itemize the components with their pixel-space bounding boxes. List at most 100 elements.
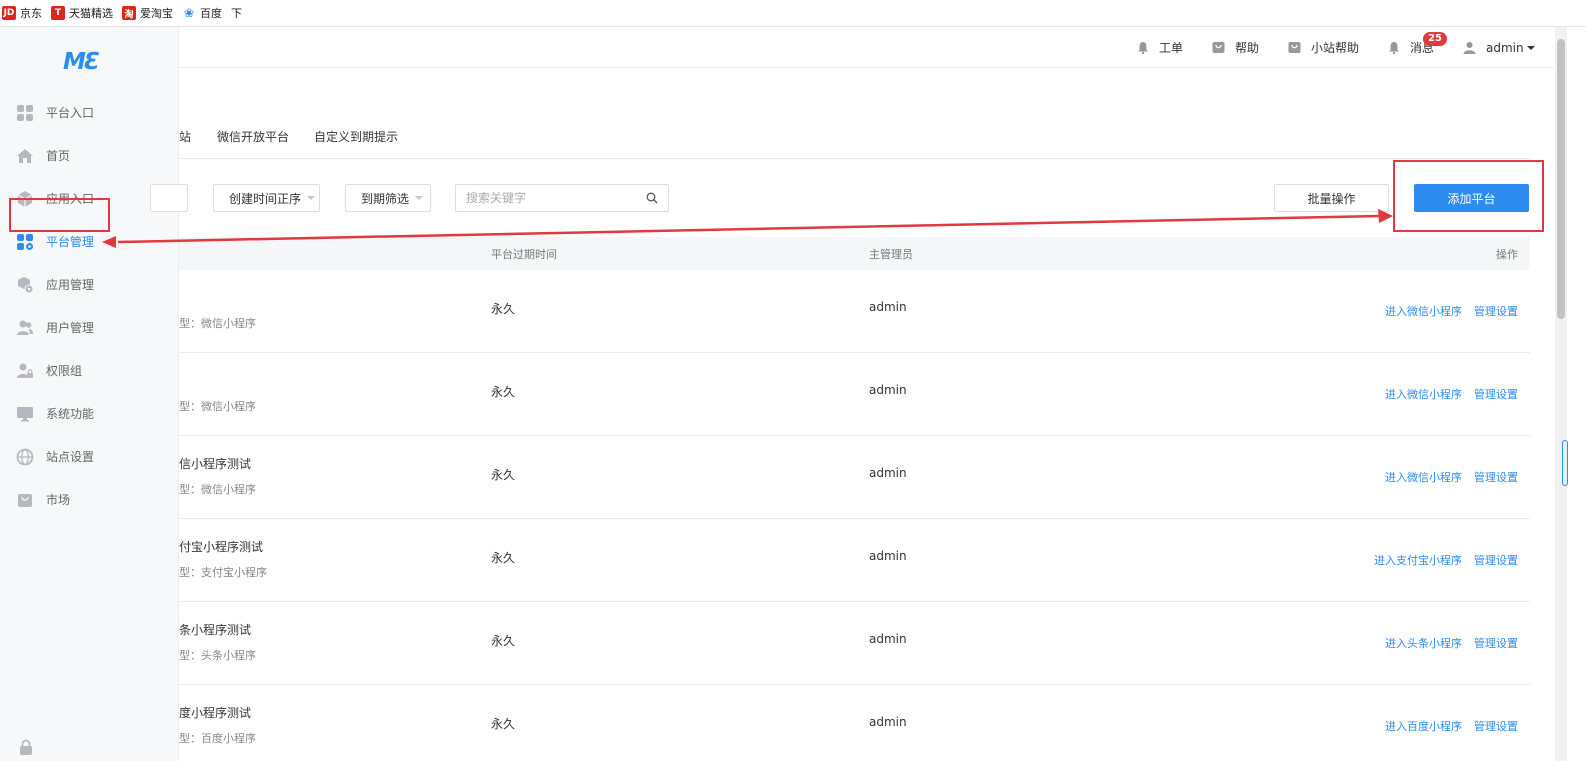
platform-admin: admin	[869, 715, 907, 729]
logo: MƐ	[63, 49, 100, 75]
column-ops: 操作	[1496, 248, 1518, 261]
sidebar-item-system-functions[interactable]: 系统功能	[0, 392, 179, 435]
platform-admin: admin	[869, 632, 907, 646]
expiry-filter-dropdown[interactable]: 到期筛选	[345, 184, 431, 212]
platform-expiry: 永久	[491, 385, 516, 399]
bookmark-aitaobao[interactable]: 淘 爱淘宝	[122, 5, 173, 21]
platform-type: 型：百度小程序	[179, 732, 256, 745]
sidebar-item-label: 平台管理	[46, 235, 95, 249]
platform-expiry: 永久	[491, 551, 516, 565]
platform-type: 型：微信小程序	[179, 317, 256, 330]
sort-dropdown[interactable]: 创建时间正序	[213, 184, 320, 212]
sidebar-item-site-settings[interactable]: 站点设置	[0, 435, 179, 478]
manage-settings-link[interactable]: 管理设置	[1474, 718, 1518, 734]
enter-platform-link[interactable]: 进入微信小程序	[1385, 386, 1462, 402]
tabs-divider	[179, 158, 1530, 159]
grid-icon	[16, 104, 34, 122]
column-admin: 主管理员	[869, 248, 913, 261]
table-row: 付宝小程序测试 型：支付宝小程序 永久 admin 进入支付宝小程序 管理设置	[179, 519, 1530, 602]
sidebar-item-app-management[interactable]: 应用管理	[0, 263, 179, 306]
workorder-label: 工单	[1159, 41, 1184, 55]
tab-custom-expiry-notice[interactable]: 自定义到期提示	[314, 128, 398, 145]
sidebar-item-label: 站点设置	[46, 450, 95, 464]
help-button[interactable]: 帮助	[1212, 27, 1259, 68]
expiry-filter-label: 到期筛选	[361, 191, 410, 206]
search-icon[interactable]	[646, 192, 658, 207]
site-help-label: 小站帮助	[1311, 41, 1360, 55]
sort-label: 创建时间正序	[229, 191, 302, 206]
tab-site[interactable]: 站	[179, 128, 191, 145]
manage-settings-link[interactable]: 管理设置	[1474, 635, 1518, 651]
platform-expiry: 永久	[491, 634, 516, 648]
sidebar: MƐ 平台入口 首页 应用入口 平台管理 应用管理 用户管理 权限组 系统功能 …	[0, 27, 179, 761]
platform-expiry: 永久	[491, 468, 516, 482]
chevron-down-icon	[1526, 45, 1535, 50]
platform-name: 条小程序测试	[179, 623, 252, 637]
bookmark-more[interactable]: 下	[231, 5, 242, 21]
side-slider-handle[interactable]	[1562, 440, 1568, 486]
sidebar-item-label: 系统功能	[46, 407, 95, 421]
sidebar-item-label: 平台入口	[46, 106, 95, 120]
platform-admin: admin	[869, 383, 907, 397]
platform-type: 型：头条小程序	[179, 649, 256, 662]
monitor-icon	[16, 405, 34, 423]
sidebar-nav: 平台入口 首页 应用入口 平台管理 应用管理 用户管理 权限组 系统功能 站点设…	[0, 91, 179, 521]
sidebar-item-home[interactable]: 首页	[0, 134, 179, 177]
bookmarks-bar: JD 京东 T 天猫精选 淘 爱淘宝 ❀ 百度 下	[0, 0, 1586, 27]
platform-type: 型：微信小程序	[179, 483, 256, 496]
platform-type: 型：支付宝小程序	[179, 566, 267, 579]
row-actions: 进入头条小程序 管理设置	[1373, 635, 1518, 651]
bookmark-baidu[interactable]: ❀ 百度	[182, 5, 222, 21]
sidebar-item-user-management[interactable]: 用户管理	[0, 306, 179, 349]
grid-gear-icon	[16, 233, 34, 251]
platform-expiry: 永久	[491, 302, 516, 316]
bookmark-label: 下	[231, 7, 242, 20]
batch-operations-button[interactable]: 批量操作	[1274, 184, 1389, 212]
scrollbar-thumb[interactable]	[1557, 39, 1565, 319]
annotation-highlight-add-button	[1393, 160, 1544, 232]
manage-settings-link[interactable]: 管理设置	[1474, 303, 1518, 319]
type-filter-partial[interactable]	[150, 184, 188, 212]
sidebar-item-label: 用户管理	[46, 321, 95, 335]
page-scrollbar[interactable]	[1555, 27, 1567, 761]
table-row: 型：微信小程序 永久 admin 进入微信小程序 管理设置	[179, 353, 1530, 436]
sidebar-item-label: 应用管理	[46, 278, 95, 292]
enter-platform-link[interactable]: 进入支付宝小程序	[1374, 552, 1462, 568]
table-header: 平台过期时间 主管理员 操作	[179, 237, 1530, 270]
sidebar-item-label: 市场	[46, 493, 71, 507]
sidebar-item-market[interactable]: 市场	[0, 478, 179, 521]
lock-icon[interactable]	[18, 739, 34, 758]
workorder-button[interactable]: 工单	[1137, 27, 1183, 68]
enter-platform-link[interactable]: 进入微信小程序	[1385, 469, 1462, 485]
bookmark-label: 爱淘宝	[140, 7, 173, 20]
annotation-highlight-sidebar	[9, 198, 110, 232]
user-lock-icon	[16, 362, 34, 380]
bookmark-jd[interactable]: JD 京东	[2, 5, 42, 21]
site-help-button[interactable]: 小站帮助	[1288, 27, 1359, 68]
enter-platform-link[interactable]: 进入头条小程序	[1385, 635, 1462, 651]
manage-settings-link[interactable]: 管理设置	[1474, 469, 1518, 485]
site-help-bag-icon	[1288, 41, 1301, 54]
tmall-icon: T	[51, 6, 65, 20]
platform-admin: admin	[869, 300, 907, 314]
enter-platform-link[interactable]: 进入微信小程序	[1385, 303, 1462, 319]
row-actions: 进入支付宝小程序 管理设置	[1362, 552, 1518, 568]
platform-admin: admin	[869, 466, 907, 480]
manage-settings-link[interactable]: 管理设置	[1474, 552, 1518, 568]
jd-icon: JD	[2, 6, 16, 20]
table-row: 度小程序测试 型：百度小程序 永久 admin 进入百度小程序 管理设置	[179, 685, 1530, 768]
bookmark-label: 天猫精选	[69, 7, 113, 20]
bookmark-tmall[interactable]: T 天猫精选	[51, 5, 113, 21]
messages-badge: 25	[1423, 32, 1447, 46]
chevron-down-icon	[415, 196, 424, 200]
row-actions: 进入微信小程序 管理设置	[1373, 303, 1518, 319]
manage-settings-link[interactable]: 管理设置	[1474, 386, 1518, 402]
search-input[interactable]	[466, 191, 646, 205]
enter-platform-link[interactable]: 进入百度小程序	[1385, 718, 1462, 734]
user-menu[interactable]: admin	[1463, 27, 1535, 68]
aitaobao-icon: 淘	[122, 6, 136, 20]
sidebar-item-permission-group[interactable]: 权限组	[0, 349, 179, 392]
users-icon	[16, 319, 34, 337]
sidebar-item-platform-entry[interactable]: 平台入口	[0, 91, 179, 134]
tab-wechat-open-platform[interactable]: 微信开放平台	[217, 128, 289, 145]
